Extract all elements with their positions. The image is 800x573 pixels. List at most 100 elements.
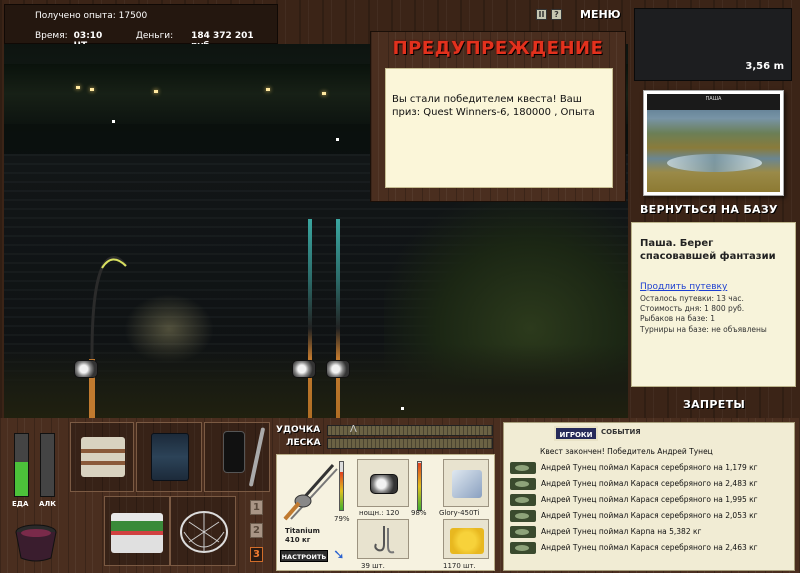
bait-count: 1170 шт.	[443, 562, 476, 570]
fish-icon	[510, 510, 536, 522]
reel-icon	[74, 360, 98, 378]
line-tension-bar	[327, 438, 493, 449]
reel-icon	[292, 360, 316, 378]
rod-select-3[interactable]: 3	[250, 547, 263, 562]
tackle-box-icon	[81, 437, 125, 477]
rod-2[interactable]	[308, 219, 312, 418]
rod-select-2[interactable]: 2	[250, 523, 263, 538]
corn-bait-icon	[450, 528, 484, 554]
float-marker	[336, 138, 339, 141]
reel-slot[interactable]	[357, 459, 409, 507]
tab-events[interactable]: СОБЫТИЯ	[601, 428, 641, 436]
top-icons: II ?	[536, 9, 562, 20]
village-light	[90, 88, 94, 91]
food-label: ЕДА	[12, 500, 29, 508]
fish-icon	[510, 526, 536, 538]
location-image: ПАША	[647, 94, 780, 192]
rod-rest-icon	[248, 427, 266, 487]
line-slot[interactable]	[443, 459, 489, 507]
chat-message: Андрей Тунец поймал Карася серебряного н…	[541, 479, 758, 488]
rod-3[interactable]	[336, 219, 340, 418]
base-name: Паша. Берег спасовавшей фантазии	[640, 238, 776, 262]
food-meter-fill	[15, 461, 28, 496]
float-marker	[401, 407, 404, 410]
photo-caption-bar	[647, 105, 780, 110]
setup-button[interactable]: НАСТРОИТЬ	[280, 550, 328, 562]
remaining-permit: Осталось путевки: 13 час.	[640, 294, 744, 303]
chat-message: Андрей Тунец поймал Карася серебряного н…	[541, 543, 758, 552]
bait-box-slot[interactable]	[104, 496, 170, 566]
rod-condition: 79%	[334, 515, 350, 523]
hook-icon	[374, 526, 395, 554]
backpack-slot[interactable]	[136, 422, 202, 492]
fish-icon	[510, 542, 536, 554]
depth-panel: 3,56 m	[634, 8, 792, 81]
chat-message: Андрей Тунец поймал Карася серебряного н…	[541, 495, 758, 504]
bent-rod-1[interactable]	[74, 244, 144, 418]
list-item: Андрей Тунец поймал Карпа на 5,382 кг	[504, 524, 794, 540]
rod-icon[interactable]	[281, 459, 339, 523]
fish-icon	[510, 494, 536, 506]
list-item: Андрей Тунец поймал Карася серебряного н…	[504, 492, 794, 508]
warning-title: ПРЕДУПРЕЖДЕНИЕ	[392, 38, 604, 59]
rod-tension-marker: Λ	[350, 424, 357, 435]
reel-icon	[326, 360, 350, 378]
phone-slot[interactable]	[204, 422, 270, 492]
tab-players[interactable]: ИГРОКИ	[554, 426, 598, 441]
reel-condition-bar	[417, 461, 422, 511]
menu-button[interactable]: МЕНЮ	[580, 8, 621, 21]
hooks-slot[interactable]	[357, 519, 409, 559]
chat-panel[interactable]: ИГРОКИ СОБЫТИЯ Квест закончен! Победител…	[503, 422, 795, 571]
bait-box-icon	[111, 513, 163, 553]
chat-message: Андрей Тунец поймал Карася серебряного н…	[541, 463, 758, 472]
keepnet-slot[interactable]	[170, 496, 236, 566]
bait-slot[interactable]	[443, 519, 489, 559]
location-photo[interactable]: ПАША	[643, 90, 784, 196]
zoom-icon[interactable]: ?	[551, 9, 562, 20]
chat-message: Андрей Тунец поймал Карася серебряного н…	[541, 511, 758, 520]
alcohol-meter	[40, 433, 55, 497]
village-light	[266, 88, 270, 91]
rod-select-1[interactable]: 1	[250, 500, 263, 515]
village-light	[76, 86, 80, 89]
food-meter	[14, 433, 29, 497]
rod-condition-bar	[339, 461, 344, 511]
village-light	[154, 90, 158, 93]
warning-dialog[interactable]: ПРЕДУПРЕЖДЕНИЕ Вы стали победителем квес…	[370, 31, 626, 202]
line-spool-icon	[452, 470, 482, 498]
reel-condition: 98%	[411, 509, 427, 517]
backpack-icon	[151, 433, 189, 481]
keepnet-icon	[180, 511, 228, 553]
experience-label: Получено опыта:	[35, 11, 116, 21]
base-info-panel: Паша. Берег спасовавшей фантазии Продлит…	[631, 222, 796, 387]
extend-permit-link[interactable]: Продлить путевку	[640, 282, 727, 292]
rod-bar-label: УДОЧКА	[276, 425, 321, 435]
day-cost: Стоимость дня: 1 800 руб.	[640, 304, 745, 313]
chat-list: Квест закончен! Победитель Андрей Тунец …	[504, 444, 794, 556]
rod-weight: 410 кг	[285, 536, 311, 544]
photo-caption: ПАША	[647, 94, 780, 105]
depth-value: 3,56 m	[745, 61, 784, 72]
arrow-icon[interactable]: ➘	[333, 547, 345, 563]
reel-label: нощн.: 120	[359, 509, 400, 517]
river-icon	[667, 154, 762, 172]
player-info-panel: Получено опыта: 17500 Время: 03:10 ЧТ Де…	[4, 4, 278, 51]
rod-name: Titanium	[285, 527, 320, 535]
tournaments-info: Турниры на базе: не объявлены	[640, 325, 767, 334]
tackle-box-slot[interactable]	[70, 422, 134, 492]
chat-message: Квест закончен! Победитель Андрей Тунец	[540, 447, 713, 456]
bans-button[interactable]: ЗАПРЕТЫ	[683, 398, 745, 411]
reel-icon	[370, 474, 398, 494]
return-to-base-button[interactable]: ВЕРНУТЬСЯ НА БАЗУ	[640, 203, 778, 216]
experience-row: Получено опыта: 17500	[35, 11, 147, 21]
list-item: Андрей Тунец поймал Карася серебряного н…	[504, 508, 794, 524]
line-bar-label: ЛЕСКА	[286, 438, 321, 448]
warning-message: Вы стали победителем квеста! Ваш приз: Q…	[385, 68, 613, 188]
float-marker	[112, 120, 115, 123]
tackle-panel[interactable]: 79% Titanium 410 кг НАСТРОИТЬ ➘ нощн.: 1…	[276, 454, 495, 571]
bucket-icon[interactable]	[12, 516, 60, 564]
fish-icon	[510, 478, 536, 490]
pause-icon[interactable]: II	[536, 9, 547, 20]
line-name: Glory-450Ti	[439, 509, 480, 517]
fish-icon	[510, 462, 536, 474]
